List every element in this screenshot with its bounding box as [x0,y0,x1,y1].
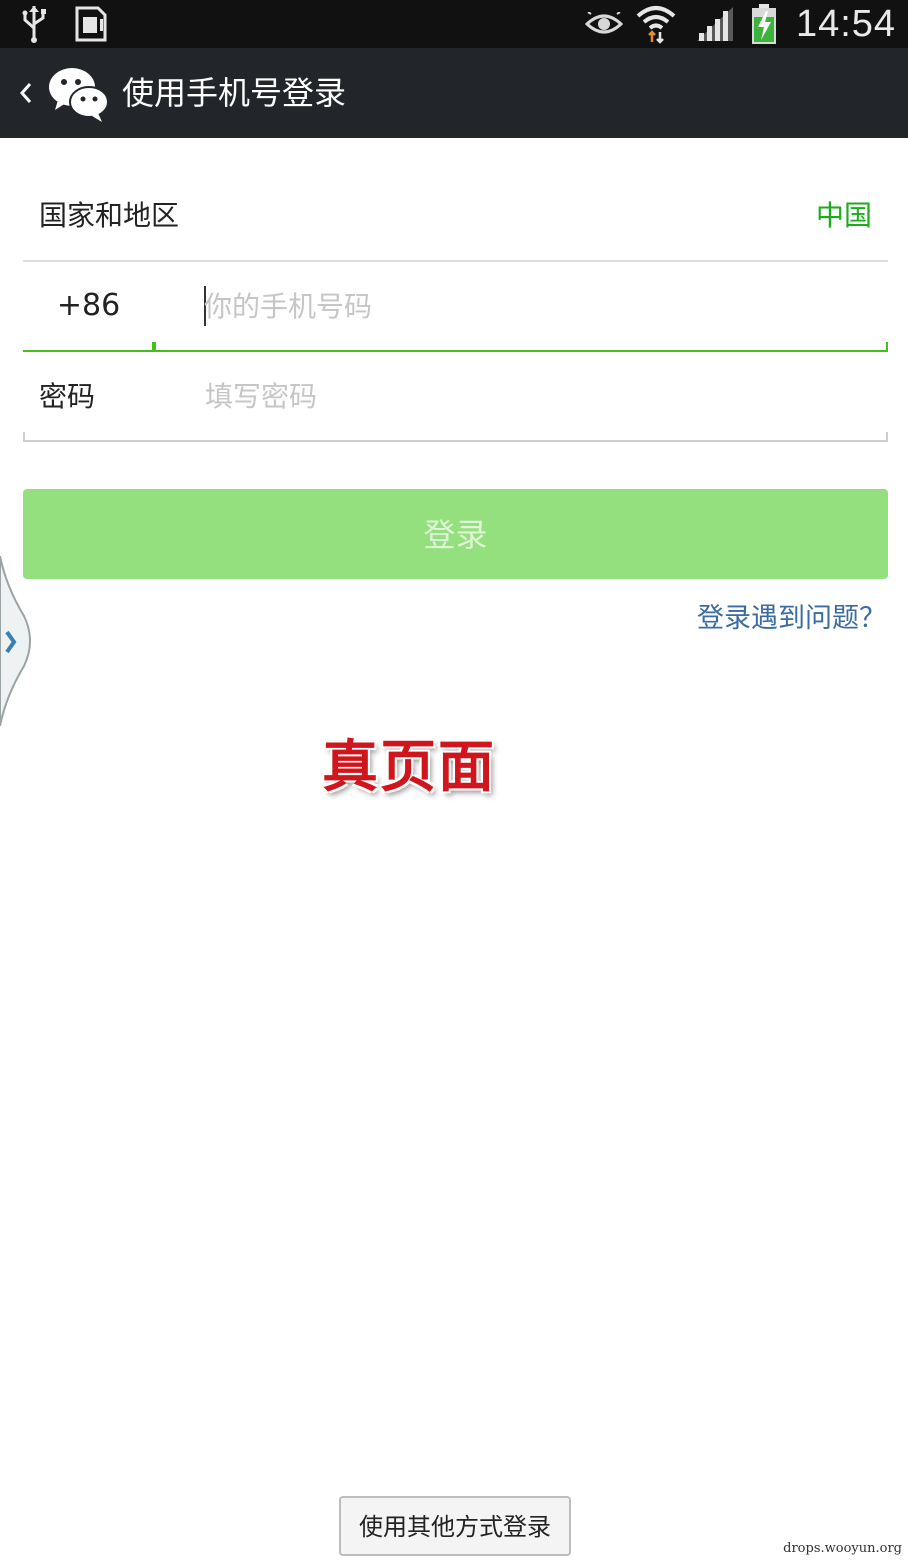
side-drawer-handle[interactable] [0,555,36,727]
region-selector[interactable]: 国家和地区 中国 [23,170,888,262]
login-screen: 14:54 使用手机号登录 国家和地区 中国 +86 你的手机号码 密码 登录 … [0,0,908,1562]
region-value: 中国 [815,199,872,232]
battery-charging-icon [746,0,782,48]
password-label: 密码 [39,380,96,413]
back-chevron-icon[interactable] [14,76,38,110]
watermark: drops.wooyun.org [783,1541,902,1556]
page-title: 使用手机号登录 [122,74,347,112]
wifi-icon [632,0,680,48]
status-time: 14:54 [795,2,897,45]
password-input[interactable] [205,352,865,440]
title-bar: 使用手机号登录 [0,48,908,138]
signal-icon [692,0,738,48]
country-code[interactable]: +86 [23,262,154,352]
sim-card-icon [70,0,112,48]
other-login-method-button[interactable]: 使用其他方式登录 [339,1496,571,1556]
status-bar: 14:54 [0,0,908,48]
wechat-logo-icon [46,62,110,124]
annotation-label: 真页面 [322,735,496,800]
password-row: 密码 [23,352,888,442]
password-field: 密码 [23,352,888,442]
phone-field [154,262,888,352]
login-button[interactable]: 登录 [23,489,888,579]
phone-input[interactable] [204,262,864,350]
usb-icon [14,0,54,48]
login-help-link[interactable]: 登录遇到问题？ [697,596,886,635]
eye-icon [582,0,626,48]
region-label: 国家和地区 [39,199,180,232]
phone-row: +86 [23,262,888,352]
